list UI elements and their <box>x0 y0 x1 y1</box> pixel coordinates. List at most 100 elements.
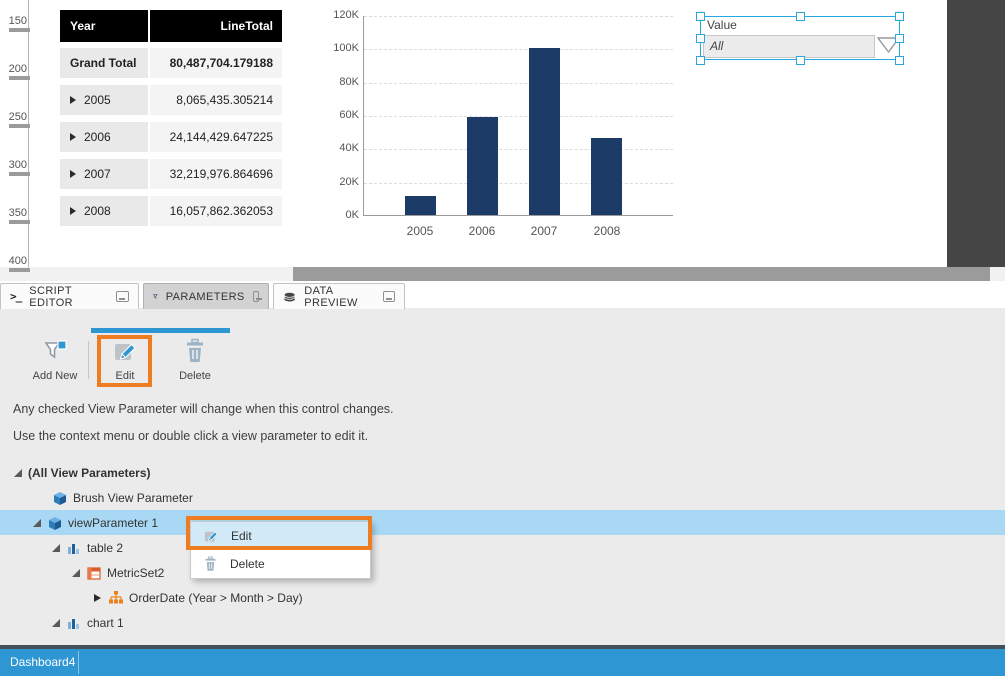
expander-open-icon[interactable] <box>52 619 60 627</box>
row-value: 8,065,435.305214 <box>150 85 282 115</box>
delete-button[interactable]: Delete <box>168 338 222 382</box>
ruler-tick <box>9 220 30 224</box>
popout-window-icon[interactable] <box>383 291 395 302</box>
popout-window-icon[interactable] <box>116 291 129 302</box>
bar-chart-icon <box>66 540 82 556</box>
status-bar: Dashboard4 <box>0 649 1005 676</box>
y-axis-tick: 100K <box>332 42 359 54</box>
selection-handle[interactable] <box>796 12 805 21</box>
tab-parameters[interactable]: PARAMETERS <box>143 283 269 309</box>
ruler-label: 300 <box>0 159 27 171</box>
selection-handle[interactable] <box>696 34 705 43</box>
tree-item-all-view-parameters[interactable]: (All View Parameters) <box>0 460 1005 485</box>
row-label: 2006 <box>60 122 148 152</box>
y-axis-tick: 60K <box>332 109 359 121</box>
trash-icon <box>183 338 207 364</box>
selection-handle[interactable] <box>895 12 904 21</box>
row-value: 32,219,976.864696 <box>150 159 282 189</box>
dashboard-designer-window: 150 200 250 300 350 400 Year LineTotal G… <box>0 0 1005 676</box>
filter-control[interactable]: Value All <box>700 16 900 60</box>
ruler-tick <box>9 172 30 176</box>
column-header-year[interactable]: Year <box>60 10 148 42</box>
selection-handle[interactable] <box>696 12 705 21</box>
tab-data-preview[interactable]: DATA PREVIEW <box>273 283 405 309</box>
tree-item-table-2[interactable]: table 2 <box>0 535 1005 560</box>
table-row[interactable]: 2007 32,219,976.864696 <box>60 159 282 189</box>
row-label-text: 2006 <box>84 122 111 152</box>
scrollbar-thumb[interactable] <box>293 267 990 281</box>
bar-chart-icon <box>66 615 82 631</box>
bar-chart-visual[interactable]: 120K 100K 80K 60K 40K 20K 0K 2005 2006 2… <box>332 6 678 248</box>
expander-open-icon[interactable] <box>52 544 60 552</box>
toolbar-separator <box>88 341 89 379</box>
column-header-linetotal[interactable]: LineTotal <box>150 10 282 42</box>
ruler-label: 200 <box>0 63 27 75</box>
table-row[interactable]: 2005 8,065,435.305214 <box>60 85 282 115</box>
chart-bar[interactable] <box>467 117 498 215</box>
expand-triangle-icon[interactable] <box>70 133 76 141</box>
x-axis-label: 2005 <box>398 224 442 238</box>
expander-open-icon[interactable] <box>33 519 41 527</box>
tree-item-label: viewParameter 1 <box>68 516 158 530</box>
tab-label: DATA PREVIEW <box>304 285 375 309</box>
add-funnel-icon <box>42 338 68 364</box>
hierarchy-icon <box>108 590 124 606</box>
tree-item-orderdate-hierarchy[interactable]: OrderDate (Year > Month > Day) <box>0 585 1005 610</box>
ruler-tick <box>9 268 30 272</box>
dashboard-title[interactable]: Dashboard4 <box>10 649 75 676</box>
annotation-box-edit-toolbar <box>97 335 152 387</box>
y-axis-tick: 20K <box>332 176 359 188</box>
selection-handle[interactable] <box>895 56 904 65</box>
script-editor-icon: >_ <box>10 290 21 303</box>
expander-closed-icon[interactable] <box>94 594 101 602</box>
chart-bars <box>364 16 673 215</box>
filter-label: Value <box>707 18 737 32</box>
x-axis-label: 2008 <box>585 224 629 238</box>
ruler-label: 150 <box>0 15 27 27</box>
metric-set-icon <box>86 565 102 581</box>
tree-item-label: (All View Parameters) <box>28 466 151 480</box>
expand-triangle-icon[interactable] <box>70 170 76 178</box>
table-row[interactable]: 2006 24,144,429.647225 <box>60 122 282 152</box>
row-value: 16,057,862.362053 <box>150 196 282 226</box>
add-new-button[interactable]: Add New <box>27 338 83 382</box>
trash-icon <box>203 556 218 572</box>
x-axis-label: 2006 <box>460 224 504 238</box>
filter-dropdown-input[interactable]: All <box>703 35 875 58</box>
context-menu-item-delete[interactable]: Delete <box>191 550 370 578</box>
ruler-label: 250 <box>0 111 27 123</box>
y-axis-tick: 40K <box>332 142 359 154</box>
ruler-line <box>28 0 29 267</box>
ruler-label: 350 <box>0 207 27 219</box>
tab-script-editor[interactable]: >_ SCRIPT EDITOR <box>0 283 139 309</box>
chart-bar[interactable] <box>405 196 436 215</box>
expander-open-icon[interactable] <box>14 469 22 477</box>
tab-label: PARAMETERS <box>166 291 245 303</box>
row-label: Grand Total <box>60 48 148 78</box>
tree-item-viewparameter-1[interactable]: viewParameter 1 <box>0 510 1005 535</box>
expand-triangle-icon[interactable] <box>70 207 76 215</box>
tab-label: SCRIPT EDITOR <box>29 285 108 309</box>
expander-open-icon[interactable] <box>72 569 80 577</box>
tree-item-chart-1[interactable]: chart 1 <box>0 610 1005 635</box>
context-menu-item-label: Delete <box>230 557 265 571</box>
selection-handle[interactable] <box>696 56 705 65</box>
tree-item-label: table 2 <box>87 541 123 555</box>
selection-handle[interactable] <box>895 34 904 43</box>
ruler-tick <box>9 28 30 32</box>
expand-triangle-icon[interactable] <box>70 96 76 104</box>
chart-bar[interactable] <box>591 138 622 215</box>
selection-handle[interactable] <box>796 56 805 65</box>
view-parameter-cube-icon <box>52 490 68 506</box>
tree-item-brush-view-parameter[interactable]: Brush View Parameter <box>0 485 1005 510</box>
chart-bar[interactable] <box>529 48 560 215</box>
popout-window-icon[interactable] <box>253 291 259 302</box>
tree-item-metricset2[interactable]: MetricSet2 <box>0 560 1005 585</box>
horizontal-scrollbar[interactable] <box>0 267 1005 281</box>
table-row[interactable]: Grand Total 80,487,704.179188 <box>60 48 282 78</box>
y-axis-tick: 0K <box>332 209 359 221</box>
ruler-tick <box>9 76 30 80</box>
row-label: 2005 <box>60 85 148 115</box>
toolbar-button-label: Add New <box>33 370 78 382</box>
table-row[interactable]: 2008 16,057,862.362053 <box>60 196 282 226</box>
